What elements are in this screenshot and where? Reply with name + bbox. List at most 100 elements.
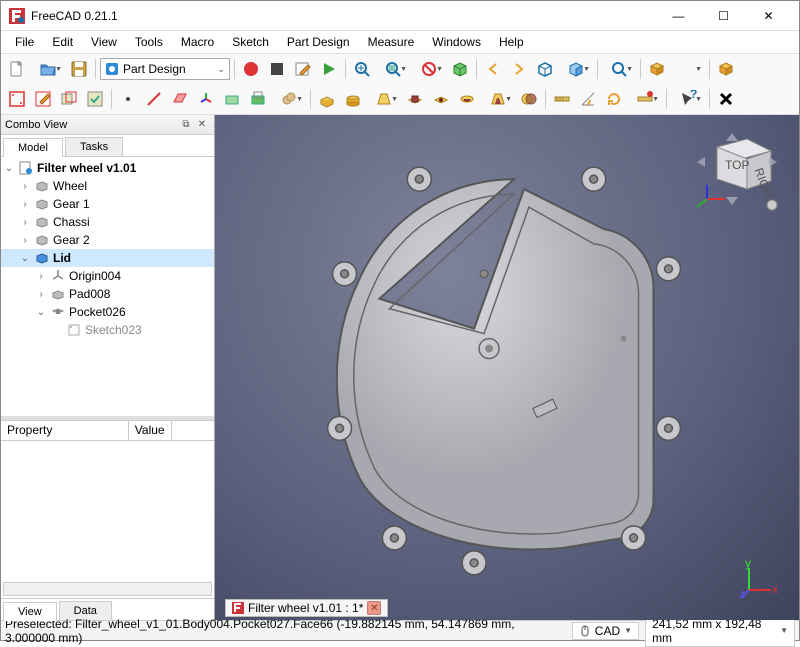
measure-refresh-button[interactable] [602,87,626,111]
shape-binder-button[interactable] [220,87,244,111]
expand-icon[interactable]: › [19,181,31,192]
sync-view-button[interactable] [645,57,669,81]
menu-view[interactable]: View [83,33,125,51]
expand-icon[interactable]: › [19,217,31,228]
tree-root[interactable]: ⌄ Filter wheel v1.01 [1,159,214,177]
map-sketch-button[interactable] [57,87,81,111]
close-overflow-button[interactable] [714,87,738,111]
revolution-button[interactable] [341,87,365,111]
expand-icon[interactable]: › [35,289,47,300]
detach-panel-icon[interactable]: ⧉ [178,117,194,133]
svg-text:y: y [745,560,751,570]
tree-item-origin[interactable]: › Origin004 [1,267,214,285]
document-tab[interactable]: Filter wheel v1.01 : 1* ✕ [225,599,388,617]
collapse-icon[interactable]: ⌄ [35,307,47,318]
tree-item-pad[interactable]: › Pad008 [1,285,214,303]
edit-sketch-button[interactable] [31,87,55,111]
datum-cs-button[interactable] [194,87,218,111]
close-document-icon[interactable]: ✕ [367,601,381,615]
clone-button[interactable]: ▼ [272,87,306,111]
tab-tasks[interactable]: Tasks [65,137,123,156]
validate-sketch-button[interactable] [83,87,107,111]
new-file-button[interactable] [5,57,29,81]
save-file-button[interactable] [67,57,91,81]
groove-button[interactable] [455,87,479,111]
menu-tools[interactable]: Tools [127,33,171,51]
menu-sketch[interactable]: Sketch [224,33,277,51]
sync-view-drop-button[interactable]: ▼ [671,57,705,81]
macro-edit-button[interactable] [291,57,315,81]
fit-all-button[interactable] [350,57,374,81]
front-view-button[interactable]: ▼ [559,57,593,81]
macro-record-button[interactable] [239,57,263,81]
tree-item-gear1[interactable]: › Gear 1 [1,195,214,213]
datum-plane-button[interactable] [168,87,192,111]
sub-shape-binder-button[interactable] [246,87,270,111]
close-panel-icon[interactable]: ✕ [194,117,210,133]
open-file-button[interactable]: ▼ [31,57,65,81]
3d-viewport[interactable]: TOP RIGHT [215,115,799,620]
combo-tabs: Model Tasks [1,135,214,157]
datum-point-button[interactable] [116,87,140,111]
tree-item-gear2[interactable]: › Gear 2 [1,231,214,249]
toolbar-row-2: ▼ ▼ ▼ ▼ ?▼ [1,84,799,114]
measure-linear-button[interactable] [550,87,574,111]
measure-clear-button[interactable]: ▼ [628,87,662,111]
close-button[interactable]: ✕ [746,1,791,31]
minimize-button[interactable]: — [656,1,701,31]
tree-item-sketch[interactable]: · Sketch023 [1,321,214,339]
nav-back-button[interactable] [481,57,505,81]
expand-icon[interactable]: › [19,199,31,210]
workbench-select[interactable]: Part Design ⌄ [100,58,230,80]
property-panel: Property Value View Data [1,420,214,620]
collapse-icon[interactable]: ⌄ [19,253,31,264]
menu-edit[interactable]: Edit [44,33,81,51]
tab-model[interactable]: Model [3,138,63,157]
create-body-button[interactable] [714,57,738,81]
pocket-button[interactable] [403,87,427,111]
tab-view[interactable]: View [3,602,57,621]
tree-item-chassi[interactable]: › Chassi [1,213,214,231]
zoom-menu-button[interactable]: ▼ [602,57,636,81]
hole-button[interactable] [429,87,453,111]
value-col[interactable]: Value [129,421,172,440]
model-tree[interactable]: ⌄ Filter wheel v1.01 › Wheel › Gear 1 › … [1,157,214,416]
menu-part-design[interactable]: Part Design [279,33,358,51]
macro-run-button[interactable] [317,57,341,81]
new-sketch-button[interactable] [5,87,29,111]
property-col[interactable]: Property [1,421,129,440]
isometric-view-button[interactable] [533,57,557,81]
menu-help[interactable]: Help [491,33,532,51]
measure-angular-button[interactable] [576,87,600,111]
whats-this-button[interactable]: ?▼ [671,87,705,111]
horizontal-scrollbar[interactable] [3,582,212,596]
menu-windows[interactable]: Windows [424,33,489,51]
pad-button[interactable] [315,87,339,111]
tree-item-pocket[interactable]: ⌄ Pocket026 [1,303,214,321]
bounding-box-button[interactable] [448,57,472,81]
axis-triad: y x z [739,560,779,600]
body-active-icon [34,250,50,266]
nav-style-field[interactable]: CAD ▼ [572,622,639,640]
menu-macro[interactable]: Macro [173,33,222,51]
draw-style-button[interactable]: ▼ [412,57,446,81]
chevron-down-icon: ▼ [624,626,632,635]
loft-button[interactable]: ▼ [367,87,401,111]
nav-forward-button[interactable] [507,57,531,81]
menu-measure[interactable]: Measure [360,33,423,51]
boolean-button[interactable] [517,87,541,111]
macro-stop-button[interactable] [265,57,289,81]
expand-icon[interactable]: ⌄ [3,163,15,174]
subtractive-loft-button[interactable]: ▼ [481,87,515,111]
tree-item-lid[interactable]: ⌄ Lid [1,249,214,267]
sketch-icon [66,322,82,338]
datum-line-button[interactable] [142,87,166,111]
menu-file[interactable]: File [7,33,42,51]
body-icon [34,214,50,230]
fit-selection-button[interactable]: ▼ [376,57,410,81]
maximize-button[interactable]: ☐ [701,1,746,31]
expand-icon[interactable]: › [19,235,31,246]
tree-item-wheel[interactable]: › Wheel [1,177,214,195]
expand-icon[interactable]: › [35,271,47,282]
navigation-cube[interactable]: TOP RIGHT [677,127,787,217]
